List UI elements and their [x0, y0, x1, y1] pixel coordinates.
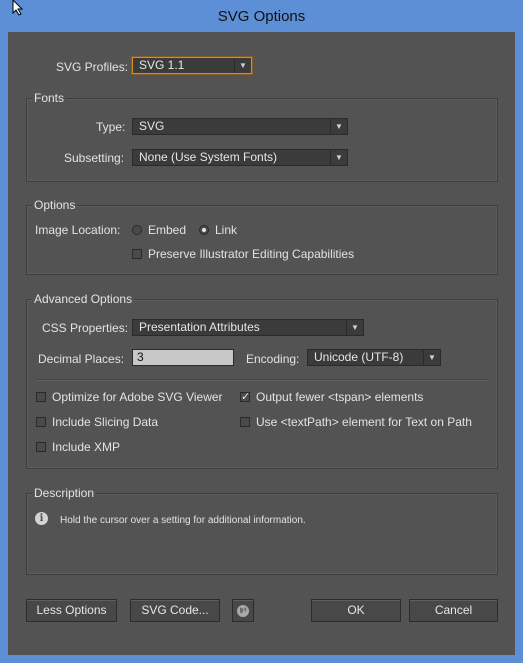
- advanced-separator: [35, 379, 489, 381]
- globe-icon: [237, 605, 249, 617]
- include-xmp-checkbox[interactable]: [36, 442, 46, 452]
- advanced-options-group-title: Advanced Options: [32, 292, 135, 306]
- font-type-dropdown[interactable]: SVG ▼: [132, 118, 348, 135]
- css-properties-label: CSS Properties:: [42, 321, 129, 335]
- chevron-down-icon: ▼: [330, 150, 347, 165]
- chevron-down-icon: ▼: [330, 119, 347, 134]
- encoding-dropdown[interactable]: Unicode (UTF-8) ▼: [307, 349, 441, 366]
- options-group-title: Options: [32, 198, 78, 212]
- output-fewer-tspan-checkbox[interactable]: ✓: [240, 392, 250, 403]
- use-textpath-checkbox[interactable]: [240, 417, 250, 427]
- svg-options-dialog: SVG Options SVG Profiles: SVG 1.1 ▼ Font…: [0, 0, 523, 663]
- decimal-places-input[interactable]: 3: [132, 349, 234, 366]
- font-type-label: Type:: [96, 120, 126, 134]
- options-group: [26, 205, 498, 275]
- optimize-svg-viewer-label[interactable]: Optimize for Adobe SVG Viewer: [52, 390, 223, 404]
- preserve-illustrator-label[interactable]: Preserve Illustrator Editing Capabilitie…: [148, 247, 354, 261]
- web-preview-button[interactable]: [232, 599, 254, 622]
- encoding-value: Unicode (UTF-8): [314, 350, 404, 364]
- cancel-button[interactable]: Cancel: [409, 599, 498, 622]
- css-properties-value: Presentation Attributes: [139, 320, 260, 334]
- include-slicing-data-checkbox[interactable]: [36, 417, 46, 427]
- chevron-down-icon: ▼: [423, 350, 440, 365]
- description-group: [26, 493, 498, 575]
- font-type-value: SVG: [139, 119, 165, 133]
- ok-button[interactable]: OK: [311, 599, 401, 622]
- optimize-svg-viewer-checkbox[interactable]: [36, 392, 46, 402]
- dialog-body: SVG Profiles: SVG 1.1 ▼ Fonts Type: SVG …: [8, 32, 515, 655]
- info-icon: i: [35, 512, 48, 525]
- use-textpath-label[interactable]: Use <textPath> element for Text on Path: [256, 415, 472, 429]
- include-xmp-label[interactable]: Include XMP: [52, 440, 120, 454]
- title-bar[interactable]: SVG Options: [0, 0, 523, 32]
- encoding-label: Encoding:: [246, 352, 300, 366]
- window-title: SVG Options: [217, 8, 306, 25]
- chevron-down-icon: ▼: [234, 58, 251, 73]
- description-text: Hold the cursor over a setting for addit…: [60, 515, 306, 526]
- link-radio[interactable]: [199, 225, 209, 235]
- preserve-illustrator-checkbox[interactable]: [132, 249, 142, 259]
- svg-profiles-label: SVG Profiles:: [56, 60, 129, 74]
- output-fewer-tspan-label[interactable]: Output fewer <tspan> elements: [256, 390, 423, 404]
- embed-radio[interactable]: [132, 225, 142, 235]
- less-options-button[interactable]: Less Options: [26, 599, 117, 622]
- fonts-group-title: Fonts: [32, 91, 67, 105]
- svg-profiles-dropdown[interactable]: SVG 1.1 ▼: [132, 57, 252, 74]
- fonts-group: [26, 98, 498, 182]
- include-slicing-data-label[interactable]: Include Slicing Data: [52, 415, 158, 429]
- svg-profiles-value: SVG 1.1: [139, 58, 185, 72]
- decimal-places-label: Decimal Places:: [38, 352, 125, 366]
- subsetting-dropdown[interactable]: None (Use System Fonts) ▼: [132, 149, 348, 166]
- link-radio-label[interactable]: Link: [215, 223, 237, 237]
- css-properties-dropdown[interactable]: Presentation Attributes ▼: [132, 319, 364, 336]
- embed-radio-label[interactable]: Embed: [148, 223, 186, 237]
- svg-code-button[interactable]: SVG Code...: [130, 599, 220, 622]
- subsetting-label: Subsetting:: [64, 151, 125, 165]
- description-group-title: Description: [32, 486, 97, 500]
- subsetting-value: None (Use System Fonts): [139, 150, 278, 164]
- chevron-down-icon: ▼: [346, 320, 363, 335]
- image-location-label: Image Location:: [35, 223, 121, 237]
